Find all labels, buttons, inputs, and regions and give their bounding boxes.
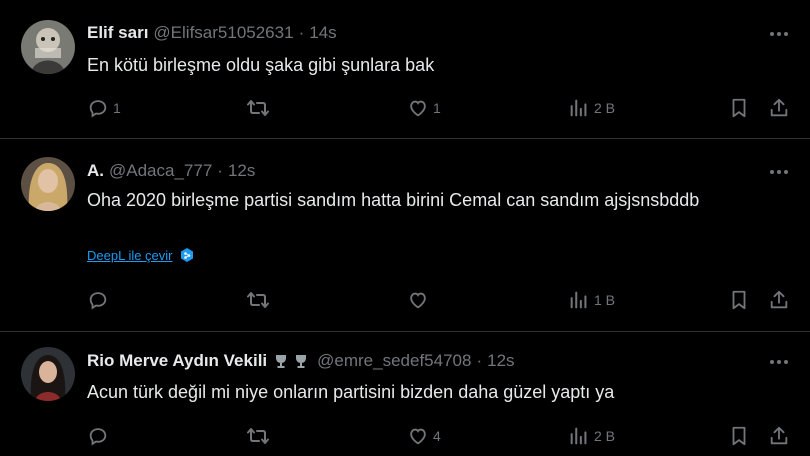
trophy-emoji-icon (296, 355, 307, 368)
tweet-3[interactable]: Rio Merve Aydın Vekili @emre_sedef54708 … (0, 332, 810, 456)
reply-icon (89, 100, 107, 118)
bookmark-button[interactable] (728, 289, 750, 311)
reply-count: 1 (113, 100, 121, 116)
reply-icon (89, 428, 107, 446)
views-bar-icon (570, 291, 587, 309)
retweet-button[interactable] (246, 97, 274, 119)
views-button[interactable]: 2 B (568, 97, 615, 119)
timestamp[interactable]: 14s (309, 23, 336, 43)
like-button[interactable]: 4 (407, 425, 441, 447)
heart-icon (410, 100, 426, 117)
tweet-actions: 1 1 2 B (0, 97, 810, 121)
user-handle[interactable]: @Elifsar51052631 (153, 23, 293, 43)
views-bar-icon (570, 99, 587, 117)
bookmark-icon (732, 426, 746, 446)
share-icon (770, 426, 788, 445)
tweet-1[interactable]: Elif sarı @Elifsar51052631 · 14s En kötü… (0, 0, 810, 138)
bookmark-button[interactable] (728, 425, 750, 447)
share-button[interactable] (768, 289, 790, 311)
separator-dot: · (476, 351, 483, 370)
display-name[interactable]: Rio Merve Aydın Vekili (87, 351, 267, 371)
retweet-icon (247, 100, 269, 116)
retweet-button[interactable] (246, 425, 274, 447)
separator-dot: · (217, 161, 223, 180)
separator-dot: · (298, 23, 305, 42)
translate-link[interactable]: DeepL ile çevir (87, 247, 195, 263)
timestamp[interactable]: 12s (228, 161, 255, 181)
like-button[interactable]: 1 (407, 97, 441, 119)
view-count: 2 B (594, 100, 616, 116)
retweet-button[interactable] (246, 289, 274, 311)
tweet-header: A. @Adaca_777 · 12s (87, 159, 255, 183)
timestamp[interactable]: 12s (487, 351, 514, 371)
heart-icon (410, 292, 426, 309)
avatar[interactable] (21, 347, 75, 401)
share-button[interactable] (768, 97, 790, 119)
tweet-text: Oha 2020 birleşme partisi sandım hatta b… (87, 190, 700, 210)
like-button[interactable] (407, 289, 433, 311)
tweet-text: En kötü birleşme oldu şaka gibi şunlara … (87, 55, 435, 75)
share-icon (770, 98, 788, 117)
tweet-text: Acun türk değil mi niye onların partisin… (87, 382, 615, 402)
tweet-header: Elif sarı @Elifsar51052631 · 14s (87, 21, 337, 45)
views-button[interactable]: 2 B (568, 425, 615, 447)
avatar[interactable] (21, 20, 75, 74)
heart-icon (410, 428, 426, 445)
view-count: 2 B (594, 428, 616, 444)
bookmark-button[interactable] (728, 97, 750, 119)
tweet-2[interactable]: A. @Adaca_777 · 12s Oha 2020 birleşme pa… (0, 139, 810, 331)
more-icon[interactable] (768, 24, 790, 44)
view-count: 1 B (594, 292, 616, 308)
user-handle[interactable]: @emre_sedef54708 (317, 351, 471, 371)
retweet-icon (247, 292, 269, 308)
like-count: 1 (433, 100, 441, 116)
trophy-emoji-icon (276, 355, 287, 368)
more-icon[interactable] (768, 162, 790, 182)
reply-button[interactable] (87, 425, 113, 447)
views-button[interactable]: 1 B (568, 289, 615, 311)
tweet-actions: 4 2 B (0, 425, 810, 449)
more-icon[interactable] (768, 352, 790, 372)
display-name[interactable]: A. (87, 161, 104, 181)
reply-button[interactable] (87, 289, 113, 311)
display-name[interactable]: Elif sarı (87, 23, 148, 43)
reply-icon (89, 292, 107, 310)
tweet-header: Rio Merve Aydın Vekili @emre_sedef54708 … (87, 349, 515, 373)
share-icon (770, 290, 788, 309)
like-count: 4 (433, 428, 441, 444)
bookmark-icon (732, 98, 746, 118)
retweet-icon (247, 428, 269, 444)
deepl-logo-icon (180, 248, 193, 262)
user-handle[interactable]: @Adaca_777 (109, 161, 212, 181)
tweet-actions: 1 B (0, 289, 810, 313)
avatar[interactable] (21, 157, 75, 211)
bookmark-icon (732, 290, 746, 310)
views-bar-icon (570, 427, 587, 445)
share-button[interactable] (768, 425, 790, 447)
reply-button[interactable]: 1 (87, 97, 121, 119)
translate-label: DeepL ile çevir (87, 247, 173, 263)
